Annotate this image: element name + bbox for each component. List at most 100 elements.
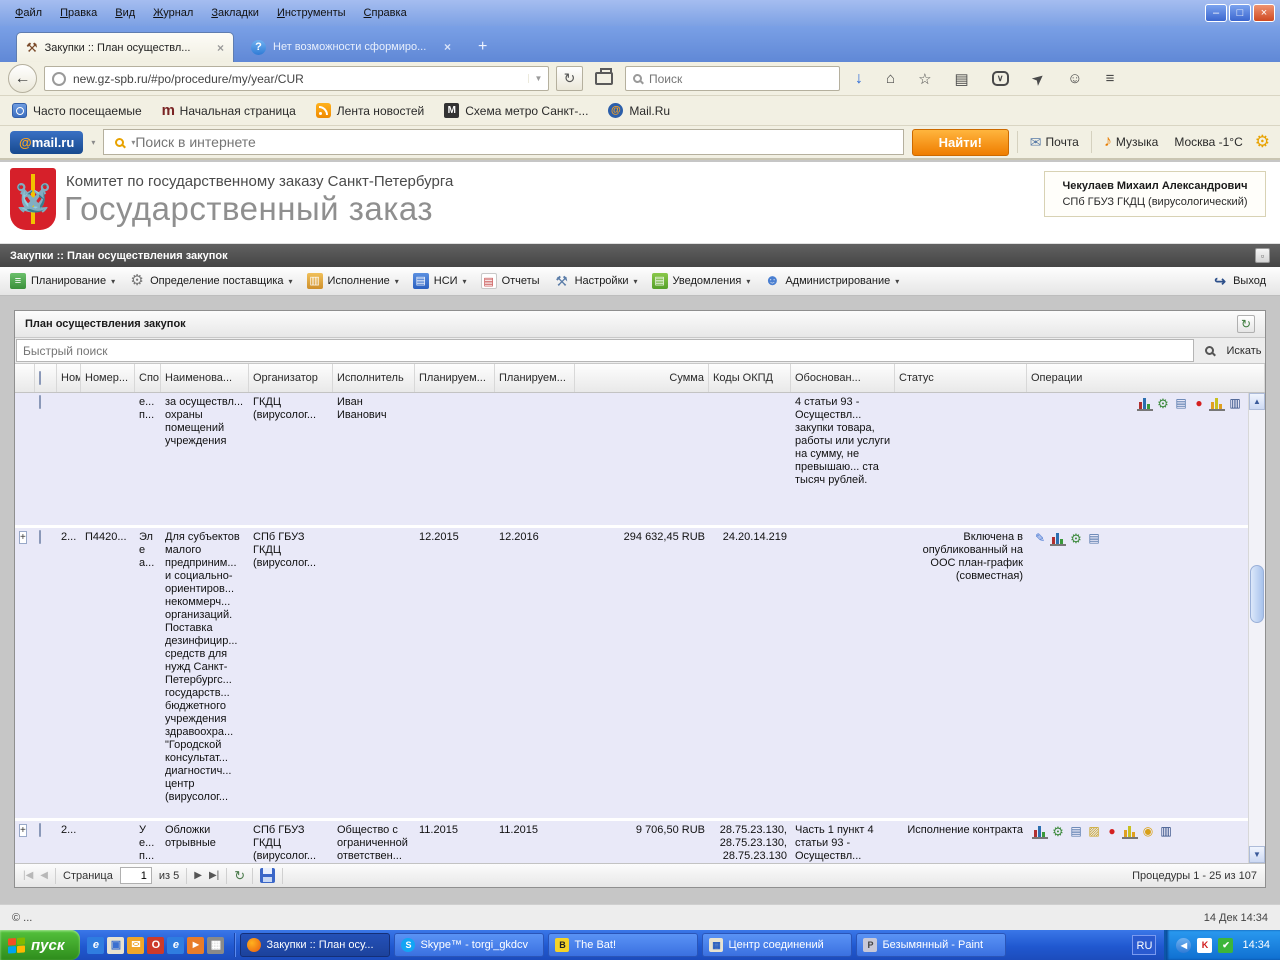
search-button[interactable]: Искать [1195,338,1265,363]
column-header-planned2[interactable]: Планируем... [495,364,575,392]
tab-error-page[interactable]: ? Нет возможности сформиро... × [242,32,460,62]
menu-bookmarks[interactable]: Закладки [202,3,268,23]
reading-list-icon[interactable]: ▤ [947,70,977,88]
bookmark-mailru[interactable]: @ Mail.Ru [608,103,670,118]
taskbar-button-firefox[interactable]: Закупки :: План осу... [240,933,391,957]
close-button[interactable]: × [1253,4,1275,22]
scroll-up-icon[interactable]: ▲ [1249,393,1265,410]
mail-button[interactable]: ✉ Почта [1026,134,1083,151]
select-all-header-cell[interactable] [35,364,57,392]
table-row[interactable]: + 2... У е... п... Обложки отрывные СПб … [15,821,1248,863]
stats-icon[interactable] [1209,396,1225,411]
menu-execution[interactable]: ▥ Исполнение ▾ [303,270,407,292]
music-button[interactable]: ♪ Музыка [1100,133,1162,151]
list-icon[interactable]: ▤ [1086,531,1102,546]
user-info-box[interactable]: Чекулаев Михаил Александрович СПб ГБУЗ Г… [1044,171,1266,217]
menu-view[interactable]: Вид [106,3,144,23]
column-header-executor[interactable]: Исполнитель [333,364,415,392]
start-button[interactable]: пуск [0,930,81,960]
maximize-button[interactable]: □ [1229,4,1251,22]
menu-administration[interactable]: ☻ Администрирование ▾ [760,270,907,292]
panel-refresh-icon[interactable]: ↻ [1237,315,1255,333]
quick-launch-icon[interactable]: e [87,936,105,954]
quick-launch-icon[interactable]: ▣ [107,936,125,954]
find-button[interactable]: Найти! [911,128,1009,156]
home-icon[interactable]: ⌂ [878,70,903,87]
column-header-num[interactable]: Ном [57,364,81,392]
tab-close-icon[interactable]: × [444,40,451,54]
chart-icon[interactable] [1137,396,1153,411]
quick-search-input[interactable] [16,339,1194,362]
bookmark-home-page[interactable]: m Начальная страница [162,103,296,118]
menu-planning[interactable]: ≡ Планирование ▾ [6,270,123,292]
minimize-button[interactable]: – [1205,4,1227,22]
menu-settings[interactable]: ⚒ Настройки ▾ [550,270,646,292]
taskbar-button-skype[interactable]: S Skype™ - torgi_gkdcv [394,933,545,957]
expand-icon[interactable]: + [19,824,27,837]
menu-supplier-determination[interactable]: ⚙ Определение поставщика ▾ [125,270,300,292]
vertical-scrollbar[interactable]: ▲ ▼ [1248,393,1265,863]
quick-launch-icon[interactable]: O [147,936,165,954]
quick-launch-icon[interactable]: ▦ [207,936,225,954]
quick-launch-icon[interactable]: e [167,936,185,954]
menu-history[interactable]: Журнал [144,3,202,23]
antivirus-icon[interactable]: ✔ [1218,937,1234,953]
checkbox[interactable] [39,823,41,837]
column-header-organizer[interactable]: Организатор [249,364,333,392]
column-header-okpd[interactable]: Коды ОКПД [709,364,791,392]
column-header-justification[interactable]: Обоснован... [791,364,895,392]
mailru-logo[interactable]: @ mail.ru [10,130,84,154]
pocket-icon[interactable]: ∨ [991,71,1009,86]
chat-icon[interactable]: ☺ [1059,70,1090,87]
column-header-number[interactable]: Номер... [81,364,135,392]
scroll-down-icon[interactable]: ▼ [1249,846,1265,863]
table-row[interactable]: + 2... П4420... Эле а... Для субъектов м… [15,528,1248,821]
column-header-status[interactable]: Статус [895,364,1027,392]
reload-button[interactable]: ↻ [556,66,583,91]
downloads-icon[interactable]: ↓ [847,70,871,88]
scrollbar-thumb[interactable] [1250,565,1264,623]
chart-icon[interactable] [1050,531,1066,546]
chart-icon[interactable] [1032,824,1048,839]
language-indicator[interactable]: RU [1132,935,1157,955]
mailru-search-input[interactable] [135,134,899,150]
prev-page-button[interactable]: ◀ [40,870,48,881]
stats-icon[interactable] [1122,824,1138,839]
gears-icon[interactable]: ⚙ [1050,824,1066,839]
page-number-input[interactable] [119,867,152,884]
last-page-button[interactable]: ▶| [209,870,219,881]
note-icon[interactable]: ▨ [1086,824,1102,839]
taskbar-button-connections[interactable]: ▦ Центр соединений [702,933,853,957]
menu-notifications[interactable]: ▤ Уведомления ▾ [648,270,759,292]
books-icon[interactable]: ▥ [1227,396,1243,411]
taskbar-button-paint[interactable]: P Безымянный - Paint [856,933,1007,957]
quick-launch-icon[interactable]: ✉ [127,936,145,954]
back-button[interactable]: ← [8,64,37,93]
clock[interactable]: 14:34 [1242,939,1270,951]
list-icon[interactable]: ▤ [1068,824,1084,839]
menu-nsi[interactable]: ▤ НСИ ▾ [409,270,475,292]
checkbox[interactable] [39,395,41,409]
tray-chevron-icon[interactable]: ◀ [1176,937,1192,953]
menu-reports[interactable]: ▤ Отчеты [477,270,548,292]
send-tab-icon[interactable]: ➤ [1021,62,1054,94]
menu-tools[interactable]: Инструменты [268,3,355,23]
stop-icon[interactable]: ● [1191,396,1207,411]
stop-icon[interactable]: ● [1104,824,1120,839]
coins-icon[interactable]: ◉ [1140,824,1156,839]
bookmark-frequent[interactable]: Часто посещаемые [12,103,142,118]
tab-close-icon[interactable]: × [217,41,224,55]
checkbox[interactable] [39,371,41,385]
save-icon[interactable] [260,868,276,883]
column-header-operations[interactable]: Операции [1027,364,1265,392]
table-row[interactable]: е... п... за осуществл... охраны помещен… [15,393,1248,528]
search-input[interactable] [649,71,839,86]
column-header-planned1[interactable]: Планируем... [415,364,495,392]
expand-icon[interactable]: + [19,531,27,544]
first-page-button[interactable]: |◀ [23,870,33,881]
url-dropdown-icon[interactable]: ▼ [528,74,548,83]
new-tab-button[interactable]: + [468,36,497,58]
tab-procurement-plan[interactable]: ⚒ Закупки :: План осуществл... × [16,32,234,62]
url-input[interactable] [73,71,528,86]
kaspersky-icon[interactable]: K [1197,937,1213,953]
